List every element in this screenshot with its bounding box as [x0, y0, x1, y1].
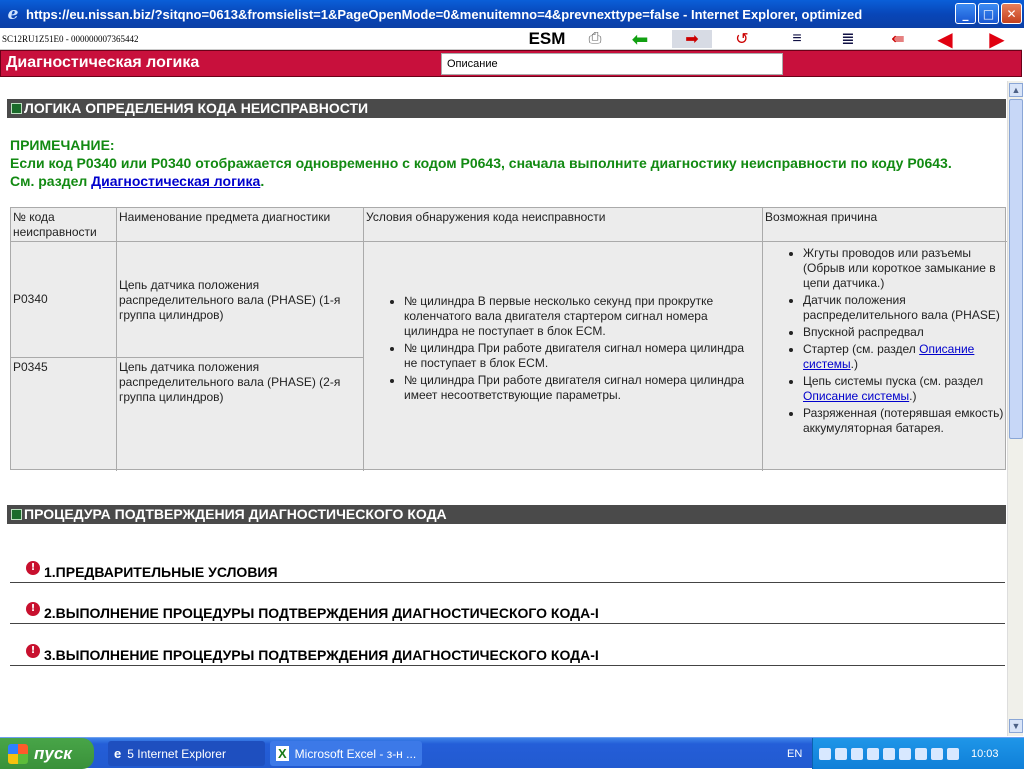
ie-logo-icon: e [7, 4, 19, 24]
document-content: ЛОГИКА ОПРЕДЕЛЕНИЯ КОДА НЕИСПРАВНОСТИ ПР… [0, 81, 1007, 736]
possible-causes-list: Жгуты проводов или разъемы (Обрыв или ко… [765, 246, 1005, 436]
cause-item-starter: Стартер (см. раздел Описание системы.) [803, 342, 1005, 372]
tray-expand-icon[interactable] [819, 747, 831, 760]
page-header: Диагностическая логика Описание [0, 50, 1022, 77]
subsection-label[interactable]: 1.ПРЕДВАРИТЕЛЬНЫЕ УСЛОВИЯ [44, 564, 278, 580]
section-bullet-icon [11, 103, 22, 114]
subsection-label[interactable]: 3.ВЫПОЛНЕНИЕ ПРОЦЕДУРЫ ПОДТВЕРЖДЕНИЯ ДИА… [44, 647, 599, 663]
detection-conditions-cell: № цилиндра В первые несколько секунд при… [364, 242, 763, 471]
note-block: ПРИМЕЧАНИЕ: Если код P0340 или P0340 ото… [10, 136, 1005, 190]
windows-flag-icon [8, 743, 28, 764]
cause-item-start-circuit: Цепь системы пуска (см. раздел Описание … [803, 374, 1005, 404]
maximize-button[interactable]: □ [978, 3, 999, 24]
condition-item: № цилиндра При работе двигателя сигнал н… [404, 341, 760, 371]
next-page-icon[interactable]: ➡ [672, 30, 712, 48]
subsection-label[interactable]: 2.ВЫПОЛНЕНИЕ ПРОЦЕДУРЫ ПОДТВЕРЖДЕНИЯ ДИА… [44, 605, 599, 621]
header-dtc-no: № кода неисправности [11, 208, 117, 242]
collapse-icon[interactable]: ≣ [833, 30, 863, 48]
cause-starter-end: .) [850, 357, 858, 371]
caution-icon: ! [26, 561, 40, 575]
condition-item: № цилиндра В первые несколько секунд при… [404, 294, 760, 339]
row-p0340-code: P0340 [11, 242, 117, 358]
row-p0340-name: Цепь датчика положения распределительног… [117, 242, 364, 358]
system-description-link[interactable]: Описание системы [803, 389, 909, 403]
scroll-up-button[interactable]: ▲ [1009, 83, 1023, 97]
tray-bluetooth-icon[interactable] [899, 747, 911, 760]
clock[interactable]: 10:03 [971, 748, 999, 760]
scroll-down-button[interactable]: ▼ [1009, 719, 1023, 733]
condition-item: № цилиндра При работе двигателя сигнал н… [404, 373, 760, 403]
tray-app-icon[interactable] [867, 747, 879, 760]
print-icon[interactable]: ⎙ [580, 30, 610, 48]
header-detection-condition: Условия обнаружения кода неисправности [364, 208, 763, 242]
section-heading-dtc-logic: ЛОГИКА ОПРЕДЕЛЕНИЯ КОДА НЕИСПРАВНОСТИ [7, 99, 1006, 118]
close-button[interactable]: ✕ [1001, 3, 1022, 24]
system-tray: 10:03 [812, 738, 1024, 769]
cause-start-circuit-text: Цепь системы пуска (см. раздел [803, 374, 984, 388]
tray-settings-icon[interactable] [883, 747, 895, 760]
subsection-preconditions[interactable]: ! 1.ПРЕДВАРИТЕЛЬНЫЕ УСЛОВИЯ [10, 561, 1005, 583]
copy-page-icon[interactable]: ↺ [723, 30, 761, 48]
prev-red-arrow-icon[interactable]: ◀ [930, 29, 960, 51]
cause-item: Впускной распредвал [803, 325, 1005, 340]
section-heading-text: ЛОГИКА ОПРЕДЕЛЕНИЯ КОДА НЕИСПРАВНОСТИ [24, 100, 369, 116]
subsection-confirmation-2[interactable]: ! 3.ВЫПОЛНЕНИЕ ПРОЦЕДУРЫ ПОДТВЕРЖДЕНИЯ Д… [10, 644, 1005, 666]
cause-item: Жгуты проводов или разъемы (Обрыв или ко… [803, 246, 1005, 291]
note-see: См. раздел [10, 173, 92, 189]
start-button[interactable]: пуск [0, 738, 94, 769]
section-heading-confirmation: ПРОЦЕДУРА ПОДТВЕРЖДЕНИЯ ДИАГНОСТИЧЕСКОГО… [7, 505, 1006, 524]
note-see-line: См. раздел Диагностическая логика. [10, 172, 1005, 190]
section-heading-text: ПРОЦЕДУРА ПОДТВЕРЖДЕНИЯ ДИАГНОСТИЧЕСКОГО… [24, 506, 447, 522]
tray-network-icon[interactable] [835, 747, 847, 760]
note-label: ПРИМЕЧАНИЕ: [10, 137, 115, 153]
esm-label: ESM [528, 29, 566, 48]
header-possible-cause: Возможная причина [763, 208, 1007, 242]
caution-icon: ! [26, 644, 40, 658]
window-controls: _ □ ✕ [955, 3, 1022, 24]
excel-icon: X [276, 746, 289, 761]
scroll-thumb[interactable] [1009, 99, 1023, 439]
note-text: Если код P0340 или P0340 отображается од… [10, 155, 952, 171]
window-titlebar: e https://eu.nissan.biz/?sitqno=0613&fro… [0, 0, 1024, 28]
diagnostic-logic-link[interactable]: Диагностическая логика [91, 173, 260, 189]
tray-security-icon[interactable] [915, 747, 927, 760]
ie-icon: e [114, 746, 122, 761]
document-id: SC12RU1Z51E0 - 000000007365442 [2, 34, 139, 44]
note-end: . [260, 173, 265, 189]
dtc-table: № кода неисправности Наименование предме… [10, 207, 1007, 471]
prev-page-icon[interactable]: ⇚ [878, 30, 918, 48]
cause-starter-text: Стартер (см. раздел [803, 342, 920, 356]
window-title: https://eu.nissan.biz/?sitqno=0613&froms… [26, 6, 863, 22]
taskbar-item-internet-explorer[interactable]: e 5 Internet Explorer [108, 741, 265, 766]
tray-monitor-icon[interactable] [851, 747, 863, 760]
taskbar-item-label: Microsoft Excel - з-н ... [294, 746, 417, 761]
subsection-confirmation-1[interactable]: ! 2.ВЫПОЛНЕНИЕ ПРОЦЕДУРЫ ПОДТВЕРЖДЕНИЯ Д… [10, 602, 1005, 624]
start-label: пуск [34, 743, 72, 763]
cause-item-battery: Разряженная (потерявшая емкость) аккумул… [803, 406, 1005, 436]
taskbar-item-excel[interactable]: X Microsoft Excel - з-н ... [270, 741, 422, 766]
possible-causes-cell: Жгуты проводов или разъемы (Обрыв или ко… [763, 242, 1007, 471]
section-select[interactable]: Описание [441, 53, 783, 75]
vertical-scrollbar[interactable]: ▲ ▼ [1007, 81, 1023, 736]
header-item-name: Наименование предмета диагностики [117, 208, 364, 242]
detection-conditions-list: № цилиндра В первые несколько секунд при… [366, 294, 760, 403]
back-green-arrow-icon[interactable]: ⬅ [625, 29, 655, 51]
next-red-arrow-icon[interactable]: ▶ [982, 29, 1012, 51]
expand-icon[interactable]: ≡ [782, 30, 812, 48]
tray-wifi-icon[interactable] [947, 747, 959, 760]
caution-icon: ! [26, 602, 40, 616]
taskbar: пуск e 5 Internet Explorer X Microsoft E… [0, 737, 1024, 769]
cause-start-circuit-end: .) [909, 389, 917, 403]
row-p0345-code: P0345 [11, 358, 117, 471]
section-bullet-icon [11, 509, 22, 520]
tray-volume-icon[interactable] [931, 747, 943, 760]
page-title: Диагностическая логика [6, 54, 200, 71]
minimize-button[interactable]: _ [955, 3, 976, 24]
cause-item: Датчик положения распределительного вала… [803, 293, 1005, 323]
language-indicator[interactable]: EN [787, 748, 802, 760]
taskbar-item-label: 5 Internet Explorer [127, 746, 226, 761]
esm-toolbar: SC12RU1Z51E0 - 000000007365442 ESM ⎙ ⬅ ➡… [0, 28, 1022, 51]
row-p0345-name: Цепь датчика положения распределительног… [117, 358, 364, 471]
